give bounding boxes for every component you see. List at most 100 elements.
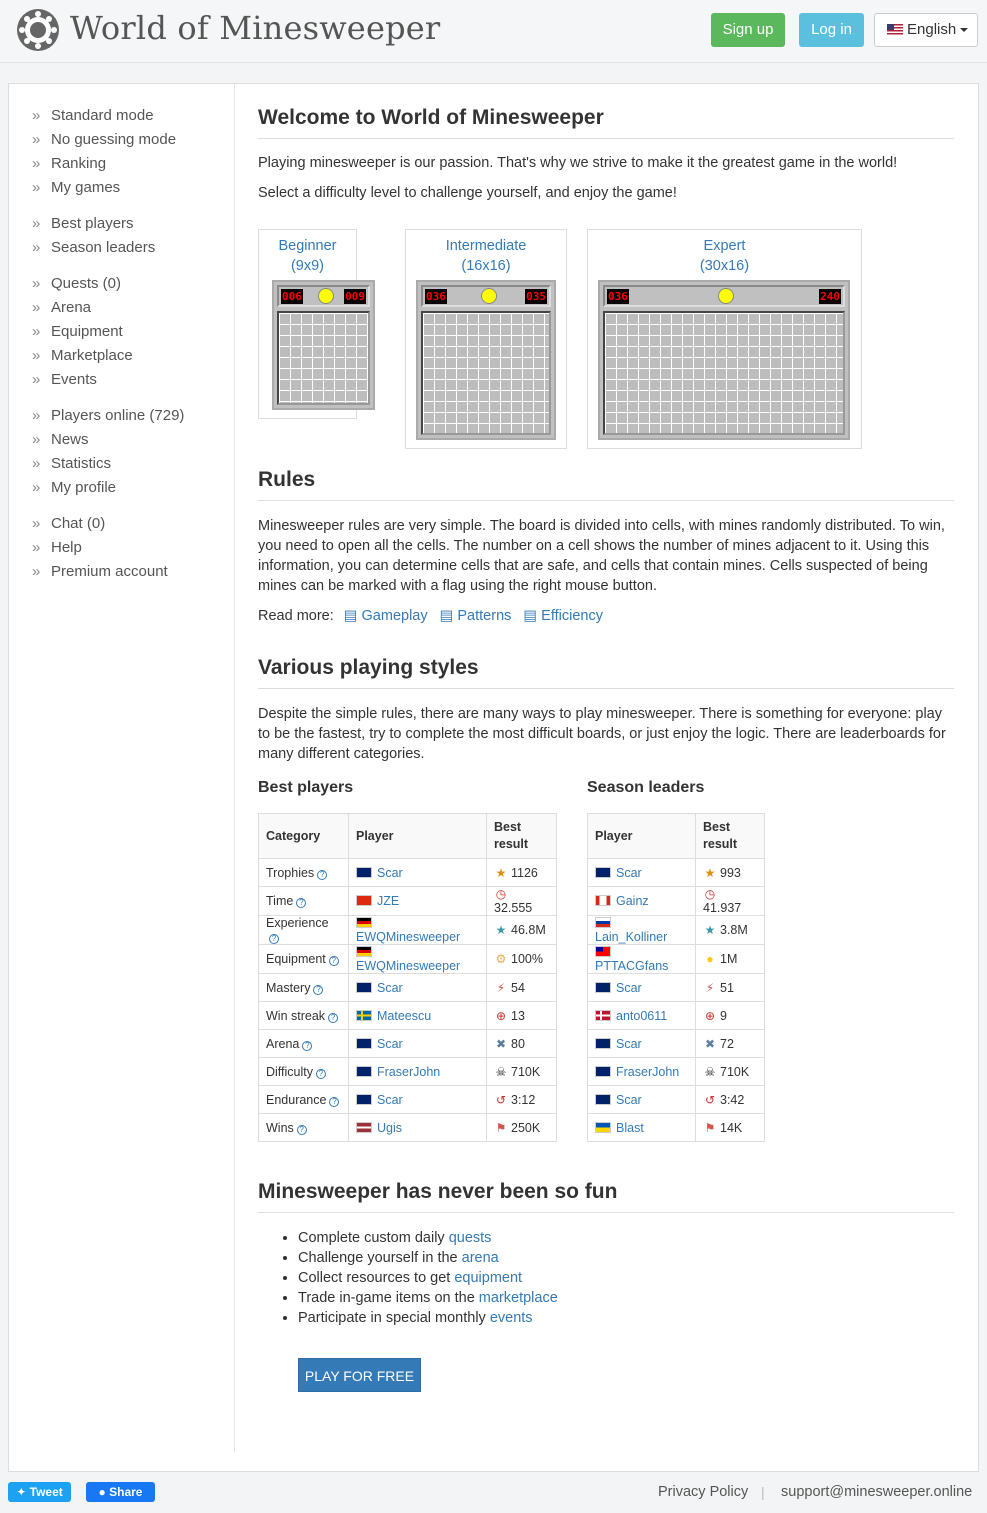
help-icon[interactable]: ?: [317, 869, 328, 880]
category-label: Endurance: [266, 1092, 327, 1107]
read-more-row: Read more: ▤ Gameplay ▤ Patterns ▤ Effic…: [258, 606, 954, 626]
language-dropdown[interactable]: English: [874, 13, 978, 47]
player-link[interactable]: Scar: [377, 1093, 403, 1107]
privacy-policy-link[interactable]: Privacy Policy: [658, 1482, 748, 1502]
sidebar-item-marketplace[interactable]: Marketplace: [9, 344, 133, 368]
sidebar-item-help[interactable]: Help: [9, 536, 168, 560]
sidebar-item-statistics[interactable]: Statistics: [9, 452, 184, 476]
list-item-link[interactable]: equipment: [454, 1270, 522, 1286]
sidebar-item-my-profile[interactable]: My profile: [9, 476, 184, 500]
help-icon[interactable]: ?: [302, 1040, 313, 1051]
sidebar-item-ranking[interactable]: Ranking: [9, 152, 176, 176]
player-link[interactable]: EWQMinesweeper: [356, 959, 460, 973]
player-link[interactable]: FraserJohn: [377, 1065, 440, 1079]
player-link[interactable]: Scar: [377, 866, 403, 880]
list-item-link[interactable]: arena: [462, 1250, 499, 1266]
clock-icon: ◷: [704, 887, 716, 901]
player-link[interactable]: Scar: [616, 1093, 642, 1107]
sidebar-item-chat-0[interactable]: Chat (0): [9, 512, 168, 536]
player-link[interactable]: Scar: [377, 981, 403, 995]
trophy-icon: ★: [495, 865, 507, 880]
welcome-text-2: Select a difficulty level to challenge y…: [258, 185, 677, 201]
flag-icon: ⚑: [495, 1120, 507, 1135]
player-link[interactable]: Blast: [616, 1121, 644, 1135]
sidebar-item-label: Equipment: [51, 323, 123, 340]
player-link[interactable]: EWQMinesweeper: [356, 930, 460, 944]
efficiency-link[interactable]: ▤ Efficiency: [523, 608, 603, 624]
result-value: 710K: [511, 1064, 541, 1079]
country-flag-icon: [356, 981, 372, 993]
help-icon[interactable]: ?: [313, 984, 324, 995]
result-value: 3:12: [511, 1092, 536, 1107]
sidebar-item-standard-mode[interactable]: Standard mode: [9, 104, 176, 128]
table-row: Mastery? Scar ⚡ 54: [258, 973, 557, 1002]
tweet-button[interactable]: ✦ Tweet: [8, 1482, 71, 1502]
result-cell: ★ 46.8M: [486, 915, 557, 945]
player-link[interactable]: Scar: [377, 1037, 403, 1051]
player-link[interactable]: Lain_Kolliner: [595, 930, 667, 944]
player-link[interactable]: Scar: [616, 866, 642, 880]
sidebar-item-equipment[interactable]: Equipment: [9, 320, 133, 344]
list-item-text: Challenge yourself in the: [298, 1250, 462, 1266]
sidebar-item-arena[interactable]: Arena: [9, 296, 133, 320]
sidebar-item-no-guessing-mode[interactable]: No guessing mode: [9, 128, 176, 152]
help-icon[interactable]: ?: [269, 934, 279, 944]
gameplay-link[interactable]: ▤ Gameplay: [344, 608, 428, 624]
list-item-text: Participate in special monthly: [298, 1310, 490, 1326]
play-for-free-button[interactable]: PLAY FOR FREE: [298, 1358, 421, 1392]
sidebar-item-season-leaders[interactable]: Season leaders: [9, 236, 155, 260]
mine-counter: 036: [607, 289, 629, 304]
login-button[interactable]: Log in: [799, 13, 864, 47]
help-icon[interactable]: ?: [296, 898, 307, 908]
player-link[interactable]: Mateescu: [377, 1009, 431, 1023]
sidebar-item-events[interactable]: Events: [9, 368, 133, 392]
board-header: 036 035: [421, 285, 551, 307]
support-email-link[interactable]: support@minesweeper.online: [781, 1482, 972, 1502]
sidebar-item-players-online-729[interactable]: Players online (729): [9, 404, 184, 428]
player-link[interactable]: PTTACGfans: [595, 959, 668, 973]
sidebar-item-premium-account[interactable]: Premium account: [9, 560, 168, 584]
player-link[interactable]: Scar: [616, 1037, 642, 1051]
result-cell: ↺ 3:12: [486, 1085, 557, 1114]
help-icon[interactable]: ?: [329, 1096, 340, 1107]
help-icon[interactable]: ?: [316, 1068, 327, 1079]
rules-heading: Rules: [258, 468, 954, 501]
list-item-text: Collect resources to get: [298, 1270, 455, 1286]
sidebar-item-label: Help: [51, 539, 82, 556]
language-label: English: [907, 21, 957, 38]
site-title[interactable]: World of Minesweeper: [70, 9, 440, 47]
signup-button[interactable]: Sign up: [711, 13, 785, 47]
sidebar-item-best-players[interactable]: Best players: [9, 212, 155, 236]
intermediate-card[interactable]: Intermediate (16x16) 036 035: [405, 229, 567, 449]
help-icon[interactable]: ?: [296, 1124, 307, 1135]
player-link[interactable]: FraserJohn: [616, 1065, 679, 1079]
patterns-link[interactable]: ▤ Patterns: [440, 608, 512, 624]
level-name: Intermediate: [445, 238, 527, 254]
board-grid: [277, 311, 370, 405]
help-icon[interactable]: ?: [328, 956, 339, 966]
player-link[interactable]: Scar: [616, 981, 642, 995]
expert-card[interactable]: Expert (30x16) 036 240: [587, 229, 862, 449]
mine-logo-icon[interactable]: [14, 6, 62, 54]
help-icon[interactable]: ?: [328, 1012, 339, 1023]
player-link[interactable]: Ugis: [377, 1121, 402, 1135]
skull-icon: ☠: [704, 1064, 716, 1079]
player-cell: Lain_Kolliner: [587, 915, 696, 945]
category-cell: Mastery?: [258, 973, 349, 1002]
player-link[interactable]: Gainz: [616, 894, 649, 908]
beginner-card[interactable]: Beginner (9x9) 006 009: [258, 229, 375, 419]
sidebar-item-news[interactable]: News: [9, 428, 184, 452]
list-item-link[interactable]: events: [490, 1310, 533, 1326]
level-name: Expert: [703, 238, 746, 254]
list-item-link[interactable]: marketplace: [479, 1290, 558, 1306]
list-item-link[interactable]: quests: [449, 1230, 492, 1246]
sidebar-item-my-games[interactable]: My games: [9, 176, 176, 200]
player-link[interactable]: JZE: [377, 894, 399, 908]
player-link[interactable]: anto0611: [616, 1009, 667, 1023]
result-cell: ⚡ 54: [486, 973, 557, 1002]
sidebar-item-label: Chat (0): [51, 515, 106, 532]
fun-heading: Minesweeper has never been so fun: [258, 1180, 954, 1213]
sidebar-item-quests-0[interactable]: Quests (0): [9, 272, 133, 296]
board-grid: [603, 311, 845, 435]
facebook-share-button[interactable]: ● Share: [86, 1482, 155, 1502]
